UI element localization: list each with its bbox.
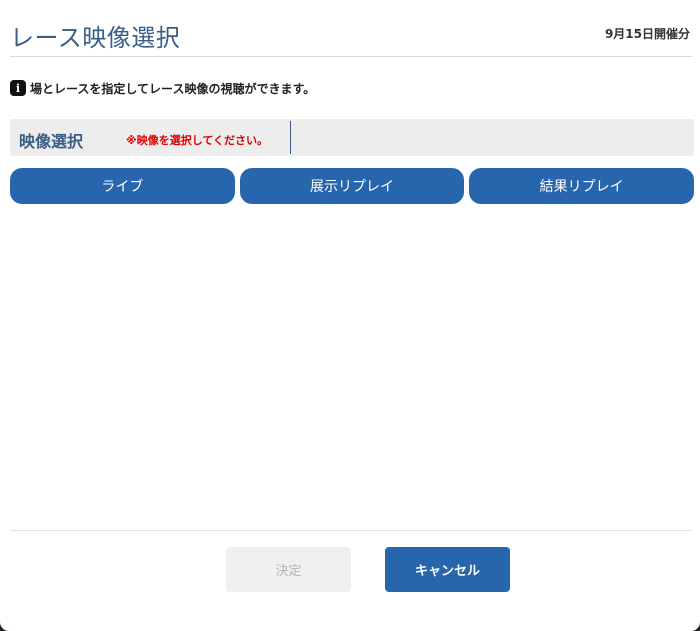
event-date: 9月15日開催分 bbox=[604, 27, 690, 41]
video-selection-warning: ※映像を選択してください。 bbox=[126, 134, 269, 147]
tab-result-replay[interactable]: 結果リプレイ bbox=[469, 168, 695, 204]
dialog-header: レース映像選択 9月15日開催分 bbox=[10, 0, 692, 57]
tab-live[interactable]: ライブ bbox=[10, 168, 235, 204]
info-message: i 場とレースを指定してレース映像の視聴ができます。 bbox=[10, 80, 315, 96]
selection-divider bbox=[290, 121, 291, 154]
confirm-button[interactable]: 決定 bbox=[226, 547, 351, 592]
info-icon: i bbox=[10, 80, 26, 96]
cancel-button[interactable]: キャンセル bbox=[385, 547, 510, 592]
video-type-tabs: ライブ 展示リプレイ 結果リプレイ bbox=[10, 168, 695, 204]
page-title: レース映像選択 bbox=[10, 24, 181, 52]
dialog-bottom-edge bbox=[0, 622, 700, 631]
video-selection-bar: 映像選択 ※映像を選択してください。 bbox=[10, 119, 694, 156]
info-text: 場とレースを指定してレース映像の視聴ができます。 bbox=[30, 81, 316, 96]
video-selection-label: 映像選択 bbox=[19, 132, 84, 151]
tab-exhibition-replay[interactable]: 展示リプレイ bbox=[239, 168, 465, 204]
footer-divider bbox=[10, 530, 692, 531]
dialog-bottom-corner bbox=[0, 622, 700, 631]
